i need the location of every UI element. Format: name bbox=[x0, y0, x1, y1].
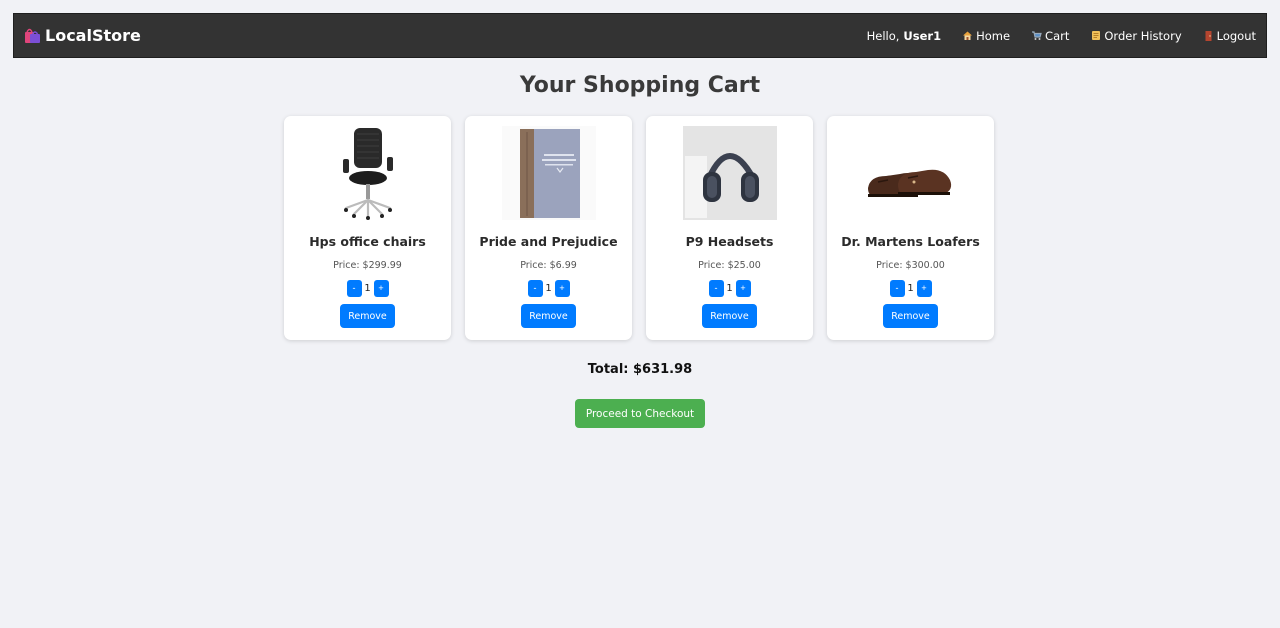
remove-button[interactable]: Remove bbox=[521, 304, 576, 328]
product-name: Hps office chairs bbox=[309, 234, 426, 249]
loafers-image bbox=[864, 126, 958, 220]
nav-link-order-history[interactable]: Order History bbox=[1090, 28, 1182, 43]
product-name: Dr. Martens Loafers bbox=[841, 234, 980, 249]
nav-link-cart[interactable]: Cart bbox=[1031, 29, 1069, 43]
greeting-prefix: Hello, bbox=[866, 28, 900, 43]
increase-quantity-button[interactable]: + bbox=[916, 280, 932, 297]
decrease-quantity-button[interactable]: - bbox=[527, 280, 543, 297]
shopping-bags-icon bbox=[24, 27, 41, 44]
increase-quantity-button[interactable]: + bbox=[735, 280, 751, 297]
nav-links: Hello, User1 Home Cart Order History Log… bbox=[867, 29, 1256, 43]
quantity-stepper: - 1 + bbox=[708, 280, 751, 297]
cart-items: Hps office chairs Price: $299.99 - 1 + R… bbox=[284, 116, 994, 340]
nav-link-logout[interactable]: Logout bbox=[1203, 29, 1256, 43]
nav-link-logout-label: Logout bbox=[1216, 28, 1256, 43]
increase-quantity-button[interactable]: + bbox=[373, 280, 389, 297]
quantity-stepper: - 1 + bbox=[889, 280, 932, 297]
scroll-icon bbox=[1090, 30, 1101, 41]
office-chair-image bbox=[321, 126, 415, 220]
decrease-quantity-button[interactable]: - bbox=[708, 280, 724, 297]
headphones-image bbox=[682, 126, 777, 220]
remove-button[interactable]: Remove bbox=[340, 304, 395, 328]
product-price: Price: $300.00 bbox=[876, 260, 945, 271]
home-icon bbox=[962, 30, 973, 41]
remove-button[interactable]: Remove bbox=[883, 304, 938, 328]
nav-link-home[interactable]: Home bbox=[962, 29, 1010, 43]
book-image bbox=[501, 126, 596, 220]
remove-button[interactable]: Remove bbox=[702, 304, 757, 328]
nav-link-cart-label: Cart bbox=[1045, 28, 1070, 43]
product-price: Price: $299.99 bbox=[333, 260, 402, 271]
quantity-value: 1 bbox=[545, 283, 552, 294]
brand[interactable]: LocalStore bbox=[24, 26, 141, 45]
product-price: Price: $25.00 bbox=[698, 260, 761, 271]
page-title: Your Shopping Cart bbox=[519, 73, 761, 98]
greeting: Hello, User1 bbox=[867, 29, 941, 43]
nav-link-home-label: Home bbox=[976, 28, 1011, 43]
cart-total: Total: $631.98 bbox=[587, 362, 693, 377]
decrease-quantity-button[interactable]: - bbox=[346, 280, 362, 297]
navbar: LocalStore Hello, User1 Home Cart Order … bbox=[13, 13, 1267, 58]
product-name: Pride and Prejudice bbox=[479, 234, 618, 249]
increase-quantity-button[interactable]: + bbox=[554, 280, 570, 297]
username: User1 bbox=[903, 28, 942, 43]
door-icon bbox=[1203, 30, 1214, 41]
cart-item-card: Dr. Martens Loafers Price: $300.00 - 1 +… bbox=[827, 116, 994, 340]
cart-item-card: Hps office chairs Price: $299.99 - 1 + R… bbox=[284, 116, 451, 340]
quantity-stepper: - 1 + bbox=[346, 280, 389, 297]
decrease-quantity-button[interactable]: - bbox=[889, 280, 905, 297]
nav-link-order-history-label: Order History bbox=[1104, 28, 1182, 43]
quantity-value: 1 bbox=[364, 283, 371, 294]
product-name: P9 Headsets bbox=[685, 234, 774, 249]
product-price: Price: $6.99 bbox=[520, 260, 577, 271]
cart-item-card: P9 Headsets Price: $25.00 - 1 + Remove bbox=[646, 116, 813, 340]
quantity-value: 1 bbox=[726, 283, 733, 294]
cart-item-card: Pride and Prejudice Price: $6.99 - 1 + R… bbox=[465, 116, 632, 340]
checkout-button[interactable]: Proceed to Checkout bbox=[575, 399, 705, 428]
quantity-value: 1 bbox=[907, 283, 914, 294]
quantity-stepper: - 1 + bbox=[527, 280, 570, 297]
brand-name: LocalStore bbox=[45, 26, 141, 45]
cart-icon bbox=[1031, 30, 1042, 41]
